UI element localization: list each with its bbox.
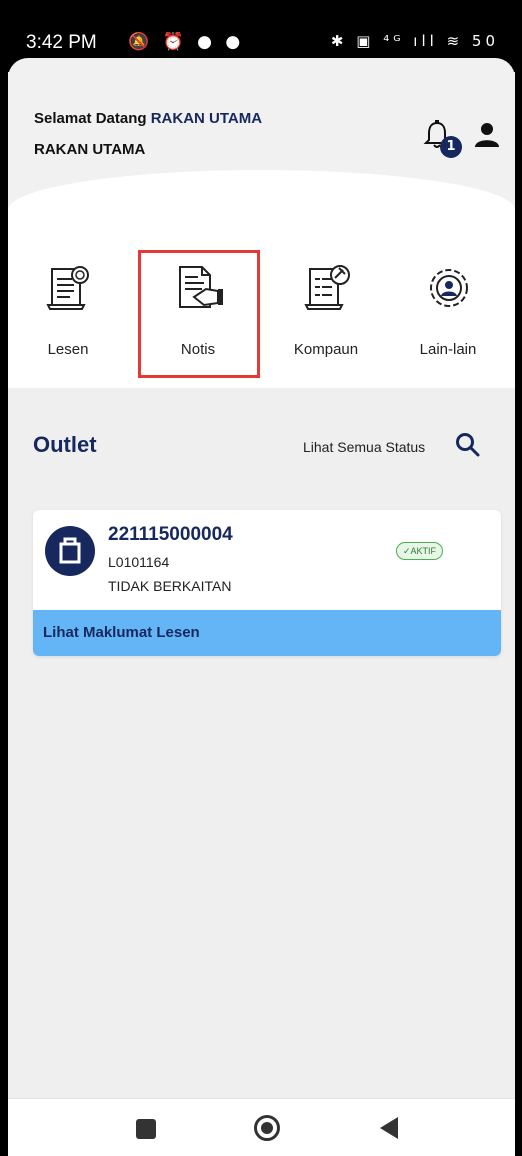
- outlet-number: 221115000004: [108, 524, 233, 545]
- home-button[interactable]: [254, 1115, 280, 1141]
- outlet-code: L0101164: [108, 554, 170, 570]
- welcome-text: Selamat Datang RAKAN UTAMA: [34, 110, 262, 127]
- back-button[interactable]: [380, 1117, 398, 1139]
- phone-screen: 3:42 PM 🔕 ⏰ ● ● ✱ ▣ ⁴ᴳ ıll ≋ 50 Selamat …: [8, 0, 515, 1156]
- menu-label-lain-lain: Lain-lain: [419, 341, 477, 358]
- recents-button[interactable]: [136, 1119, 156, 1139]
- menu-item-kompaun[interactable]: Kompaun: [266, 238, 386, 388]
- menu-label-lesen: Lesen: [47, 341, 89, 358]
- quick-menu: Lesen Notis Kompaun Lain-lain: [8, 238, 515, 388]
- menu-label-kompaun: Kompaun: [293, 341, 359, 358]
- status-right-icons: ✱ ▣ ⁴ᴳ ıll ≋ 50: [330, 32, 499, 50]
- welcome-prefix: Selamat Datang: [34, 110, 147, 127]
- status-badge: ✓AKTIF: [396, 542, 444, 560]
- section-title: Outlet: [33, 432, 97, 457]
- menu-item-lain-lain[interactable]: Lain-lain: [388, 238, 508, 388]
- view-license-details-label: Lihat Maklumat Lesen: [43, 624, 200, 641]
- compound-document-icon: [304, 265, 350, 310]
- view-license-details-button[interactable]: Lihat Maklumat Lesen: [33, 610, 501, 656]
- highlight-box: [138, 250, 260, 378]
- menu-item-lesen[interactable]: Lesen: [8, 238, 128, 388]
- welcome-name: RAKAN UTAMA: [150, 110, 263, 127]
- store-icon: [59, 537, 81, 564]
- outlet-card[interactable]: 221115000004 L0101164 TIDAK BERKAITAN ✓A…: [33, 510, 501, 656]
- view-all-status-link[interactable]: Lihat Semua Status: [303, 439, 425, 455]
- user-profile-icon[interactable]: [474, 122, 500, 148]
- outlet-description: TIDAK BERKAITAN: [108, 578, 232, 594]
- search-icon[interactable]: [455, 432, 481, 458]
- status-time: 3:42 PM: [26, 32, 97, 53]
- user-name: RAKAN UTAMA: [34, 141, 146, 158]
- notification-badge[interactable]: 1: [440, 136, 462, 158]
- status-left-icons: 🔕 ⏰ ● ●: [128, 32, 245, 52]
- outlet-avatar: [45, 526, 95, 576]
- settings-gear-icon: [430, 269, 468, 307]
- license-document-icon: [46, 266, 89, 310]
- system-nav-bar: [8, 1098, 515, 1156]
